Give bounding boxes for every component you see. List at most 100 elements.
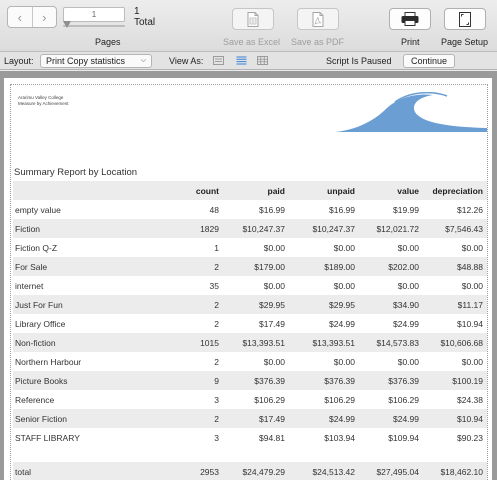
script-status: Script Is Paused [326, 56, 392, 66]
location-cell: Senior Fiction [13, 409, 177, 428]
table-view-icon[interactable] [257, 56, 268, 65]
paid-cell: $106.29 [254, 394, 285, 405]
paid-cell: $13,393.51 [223, 333, 289, 352]
table-spacer-row [13, 447, 487, 462]
continue-button[interactable]: Continue [403, 54, 455, 68]
unpaid-cell: $189.00 [289, 257, 359, 276]
page-total-number: 1 [134, 6, 140, 17]
paid-cell: $24,479.29 [223, 462, 289, 480]
toolbar: ‹ › 1 1 Total Pages Save as Excel Save a… [0, 0, 497, 52]
value-cell: $106.29 [388, 394, 419, 405]
value-cell: $34.90 [359, 295, 423, 314]
page-setup-label: Page Setup [441, 37, 489, 47]
chevron-down-icon: ⌵ [140, 57, 146, 64]
summary-table: count paid unpaid value depreciation emp… [13, 181, 487, 480]
page-slider-track[interactable] [63, 25, 125, 27]
unpaid-cell: $103.94 [324, 432, 355, 443]
depreciation-cell: $48.88 [423, 257, 487, 276]
layout-selector[interactable]: Print Copy statistics ⌵ [40, 54, 152, 68]
count-cell: 48 [209, 204, 219, 215]
unpaid-cell: $0.00 [333, 242, 355, 253]
table-row: STAFF LIBRARY 3 $94.81 $103.94 $109.94 $90.23 [13, 428, 487, 447]
table-row: Senior Fiction 2 $17.49 $24.99 $24.99 $10.94 [13, 409, 487, 428]
count-cell: 3 [214, 394, 219, 405]
location-cell: total [13, 462, 177, 480]
print-label: Print [401, 37, 420, 47]
count-cell: 2953 [177, 462, 223, 480]
depreciation-cell: $18,462.10 [423, 462, 487, 480]
save-as-excel-button[interactable] [232, 8, 274, 30]
column-header-count: count [177, 181, 223, 200]
page-count: 1 Total [134, 6, 155, 28]
save-as-excel-label: Save as Excel [223, 37, 281, 47]
count-cell: 1 [214, 242, 219, 253]
value-cell: $202.00 [359, 257, 423, 276]
value-cell: $0.00 [397, 280, 419, 291]
previous-page-button[interactable]: ‹ [8, 7, 32, 27]
chevron-left-icon: ‹ [17, 9, 22, 25]
column-header-paid: paid [223, 181, 289, 200]
unpaid-cell: $16.99 [329, 204, 355, 215]
view-as-label: View As: [169, 56, 204, 66]
location-cell: Non-fiction [13, 333, 177, 352]
spacer-cell [13, 447, 487, 462]
print-button[interactable] [389, 8, 431, 30]
table-row: Picture Books 9 $376.39 $376.39 $376.39 $100.… [13, 371, 487, 390]
paid-cell: $0.00 [263, 280, 285, 291]
unpaid-cell: $106.29 [324, 394, 355, 405]
unpaid-cell: $29.95 [289, 295, 359, 314]
paid-cell: $17.49 [259, 318, 285, 329]
page-setup-icon [459, 11, 471, 27]
unpaid-cell: $24.99 [289, 409, 359, 428]
count-cell: 3 [214, 432, 219, 443]
total-row: total 2953 $24,479.29 $24,513.42 $27,495.04 $… [13, 462, 487, 480]
page-slider-handle[interactable] [63, 21, 71, 28]
depreciation-cell: $11.17 [423, 295, 487, 314]
form-view-icon[interactable] [213, 56, 224, 65]
depreciation-cell: $10,606.68 [423, 333, 487, 352]
count-cell: 2 [214, 356, 219, 367]
location-cell: empty value [15, 204, 61, 215]
report-title: Summary Report by Location [14, 167, 138, 178]
value-cell: $14,573.83 [359, 333, 423, 352]
wave-logo [335, 92, 487, 132]
location-cell: Just For Fun [13, 295, 177, 314]
table-row: Reference 3 $106.29 $106.29 $106.29 $24.38 [13, 390, 487, 409]
pdf-document-icon [312, 11, 324, 27]
depreciation-cell: $0.00 [461, 280, 483, 291]
paid-cell: $10,247.37 [223, 219, 289, 238]
count-cell: 1015 [177, 333, 223, 352]
table-row: Just For Fun 2 $29.95 $29.95 $34.90 $11.17 [13, 295, 487, 314]
depreciation-cell: $12.26 [457, 204, 483, 215]
institution-tagline: Measure by Achievement [18, 101, 69, 106]
value-cell: $0.00 [397, 356, 419, 367]
save-as-pdf-label: Save as PDF [291, 37, 345, 47]
layout-label: Layout: [4, 56, 34, 66]
document-area[interactable]: Ararimu Valley College Measure by Achiev… [0, 71, 497, 480]
unpaid-cell: $0.00 [333, 280, 355, 291]
save-as-pdf-button[interactable] [297, 8, 339, 30]
paid-cell: $29.95 [223, 295, 289, 314]
count-cell: 2 [177, 295, 223, 314]
page-total-label: Total [134, 17, 156, 28]
depreciation-cell: $24.38 [457, 394, 483, 405]
location-cell: Fiction Q-Z [15, 242, 58, 253]
column-header-unpaid: unpaid [289, 181, 359, 200]
report-page: Ararimu Valley College Measure by Achiev… [4, 78, 492, 480]
page-number-input[interactable]: 1 [63, 7, 125, 22]
pages-label: Pages [95, 37, 121, 47]
unpaid-cell: $0.00 [333, 356, 355, 367]
value-cell: $19.99 [393, 204, 419, 215]
next-page-button[interactable]: › [31, 7, 57, 27]
depreciation-cell: $0.00 [461, 242, 483, 253]
location-cell: Picture Books [13, 371, 177, 390]
list-view-icon[interactable] [236, 56, 247, 65]
table-row: empty value 48 $16.99 $16.99 $19.99 $12.26 [13, 200, 487, 219]
table-row: Fiction 1829 $10,247.37 $10,247.37 $12,021.7… [13, 219, 487, 238]
depreciation-cell: $7,546.43 [423, 219, 487, 238]
count-cell: 35 [209, 280, 219, 291]
location-cell: Reference [15, 394, 55, 405]
page-setup-button[interactable] [444, 8, 486, 30]
value-cell: $24.99 [393, 318, 419, 329]
count-cell: 2 [177, 409, 223, 428]
